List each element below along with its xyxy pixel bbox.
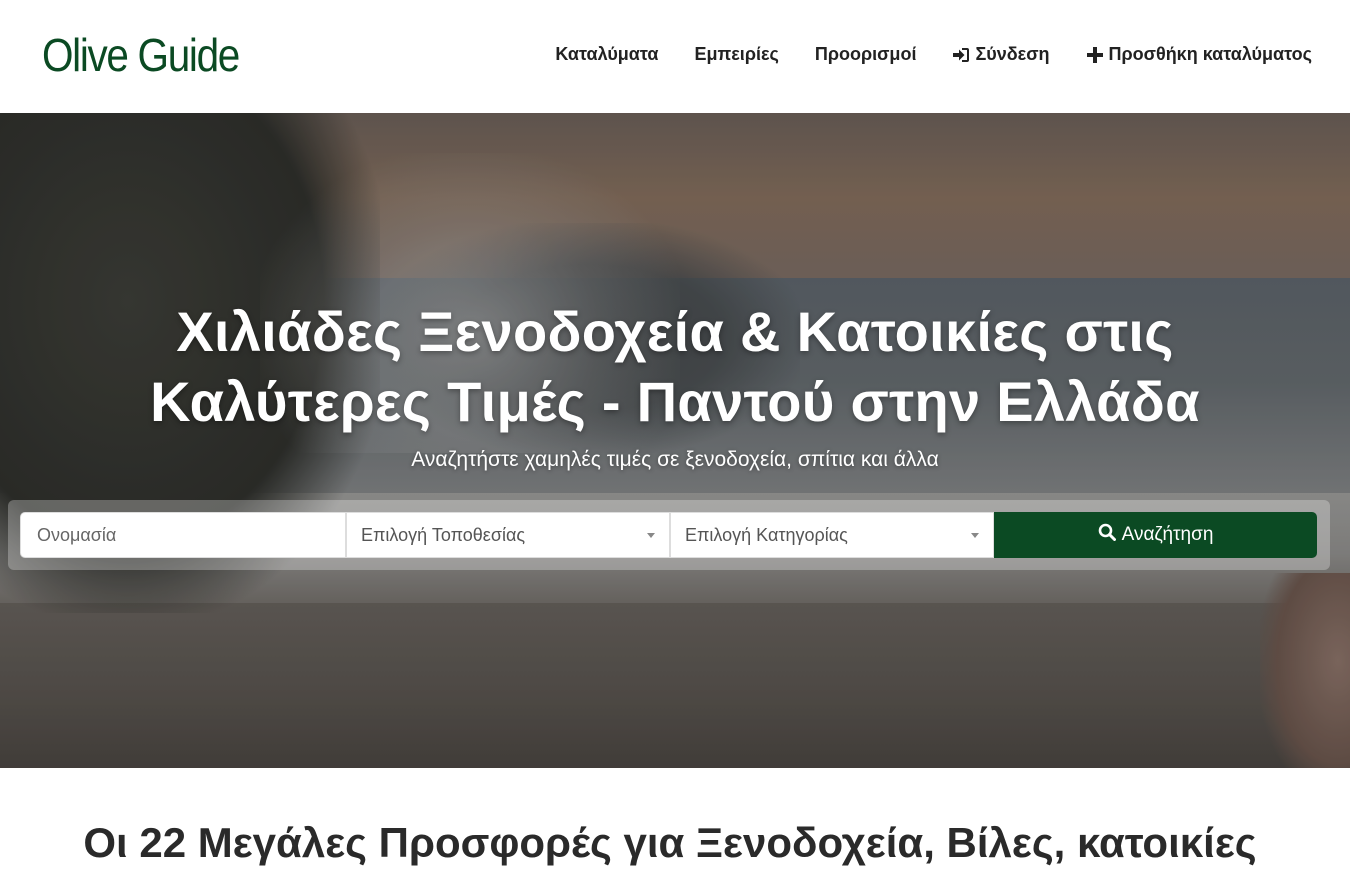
- hero-title: Χιλιάδες Ξενοδοχεία & Κατοικίες στις Καλ…: [0, 297, 1350, 437]
- nav-item-experiences[interactable]: Εμπειρίες: [694, 44, 778, 65]
- location-select[interactable]: Επιλογή Τοποθεσίας: [346, 512, 670, 558]
- hero-overlay: [0, 113, 1350, 768]
- nav-item-accommodations[interactable]: Καταλύματα: [555, 44, 658, 65]
- nav-item-label: Προορισμοί: [814, 44, 917, 64]
- caret-down-icon: [971, 532, 979, 538]
- search-icon: [1098, 523, 1116, 547]
- site-header: Olive Guide Καταλύματα Εμπειρίες Προορισ…: [0, 0, 1350, 113]
- name-input[interactable]: [35, 523, 331, 547]
- nav-item-label: Σύνδεση: [975, 44, 1050, 64]
- plus-icon: [1086, 46, 1104, 64]
- location-select-value: Επιλογή Τοποθεσίας: [361, 524, 526, 545]
- search-bar: Επιλογή Τοποθεσίας Επιλογή Κατηγορίας Αν…: [8, 500, 1330, 570]
- nav-item-destinations[interactable]: Προορισμοί: [815, 44, 917, 65]
- main-nav: Καταλύματα Εμπειρίες Προορισμοί Σύνδεση: [555, 44, 1312, 65]
- offers-heading: Οι 22 Μεγάλες Προσφορές για Ξενοδοχεία, …: [83, 819, 1257, 866]
- nav-item-add-listing[interactable]: Προσθήκη καταλύματος: [1086, 44, 1312, 65]
- nav-item-label: Προσθήκη καταλύματος: [1108, 44, 1312, 64]
- nav-item-label: Εμπειρίες: [694, 44, 779, 64]
- search-button-label: Αναζήτηση: [1121, 524, 1214, 545]
- name-field[interactable]: [20, 512, 346, 558]
- hero-banner: Χιλιάδες Ξενοδοχεία & Κατοικίες στις Καλ…: [0, 113, 1350, 768]
- hero-subtitle: Αναζητήστε χαμηλές τιμές σε ξενοδοχεία, …: [411, 448, 939, 471]
- sign-in-icon: [952, 46, 970, 64]
- search-button[interactable]: Αναζήτηση: [994, 512, 1317, 558]
- site-logo[interactable]: Olive Guide: [42, 28, 240, 82]
- category-select[interactable]: Επιλογή Κατηγορίας: [670, 512, 994, 558]
- nav-item-label: Καταλύματα: [555, 44, 659, 64]
- category-select-value: Επιλογή Κατηγορίας: [685, 524, 848, 545]
- hero-title-line-1: Χιλιάδες Ξενοδοχεία & Κατοικίες στις: [176, 300, 1174, 363]
- nav-item-login[interactable]: Σύνδεση: [952, 44, 1050, 65]
- caret-down-icon: [647, 532, 655, 538]
- hero-title-line-2: Καλύτερες Τιμές - Παντού στην Ελλάδα: [150, 370, 1200, 433]
